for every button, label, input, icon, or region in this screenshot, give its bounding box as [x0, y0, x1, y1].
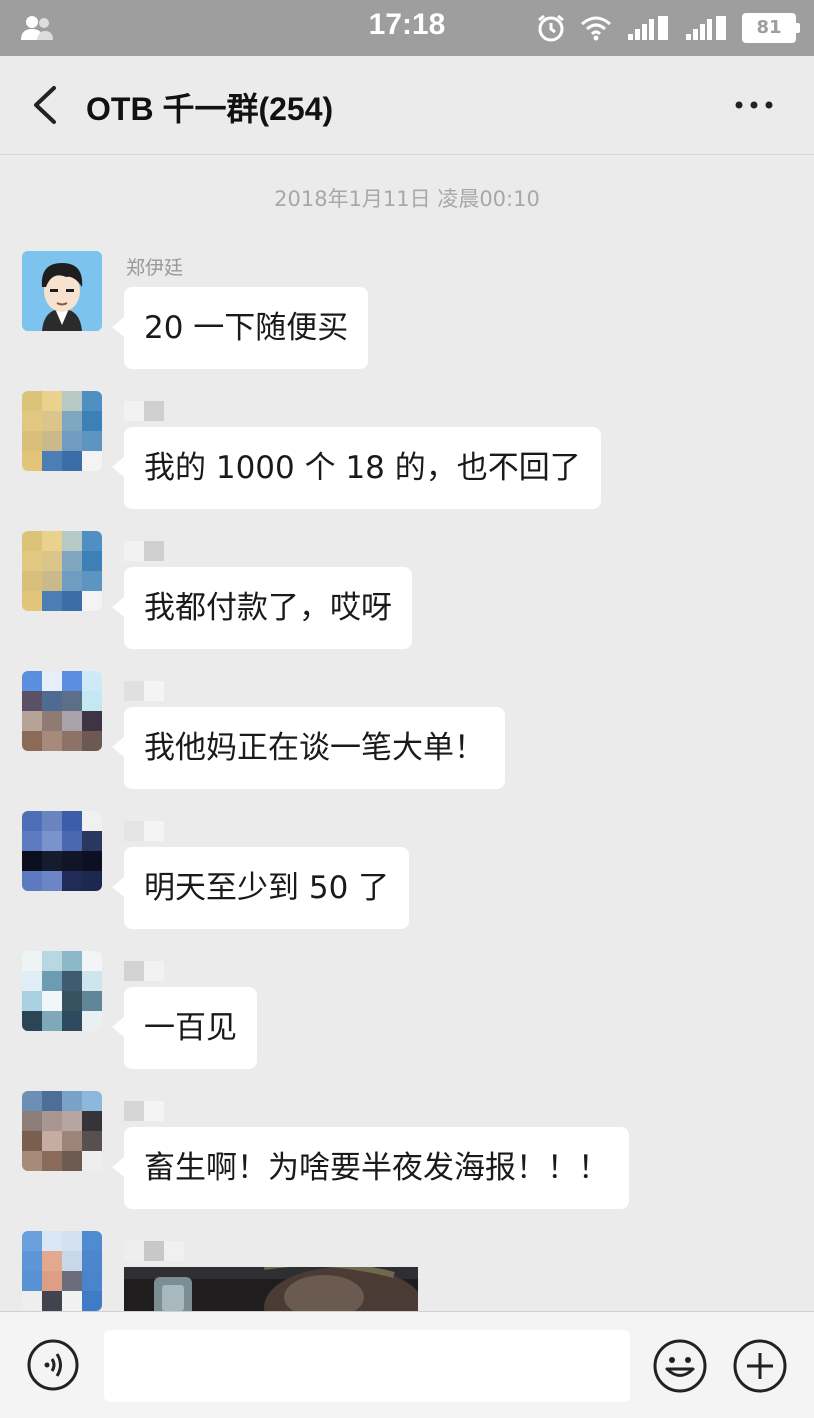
sender-name-blurred [124, 541, 164, 563]
message-input[interactable] [104, 1330, 630, 1402]
avatar[interactable] [22, 951, 102, 1031]
plus-icon[interactable] [732, 1338, 788, 1394]
phone-screen: 17:18 81 OTB 千一群(254) 2018年1月11日 凌晨00:10… [0, 0, 814, 1418]
message-bubble[interactable]: 我都付款了，哎呀 [112, 567, 412, 649]
more-dots-icon[interactable] [734, 96, 774, 114]
voice-icon[interactable] [26, 1338, 80, 1392]
status-icons: 81 [536, 12, 800, 44]
message-bubble[interactable]: 一百见 [112, 987, 257, 1069]
message-bubble[interactable]: 明天至少到 50 了 [111, 847, 410, 929]
avatar[interactable] [22, 1231, 102, 1311]
wifi-icon [581, 16, 611, 41]
sender-name: 郑伊廷 [126, 257, 184, 279]
message-bubble[interactable]: 畜生啊！为啥要半夜发海报！！！ [112, 1127, 629, 1209]
chat-message-list[interactable]: 2018年1月11日 凌晨00:10 郑伊廷 20 一下随便买 我的 1000 … [0, 155, 814, 1311]
battery-icon: 81 [742, 13, 800, 43]
avatar[interactable] [22, 1091, 102, 1171]
message-bubble[interactable]: 20 一下随便买 [111, 287, 369, 369]
input-bar [0, 1311, 814, 1418]
page-title: OTB 千一群(254) [86, 91, 334, 127]
back-chevron-icon[interactable] [28, 84, 64, 126]
sender-name-blurred [124, 401, 164, 423]
sender-name-blurred [124, 681, 164, 703]
avatar[interactable] [22, 391, 102, 471]
chat-timestamp: 2018年1月11日 凌晨00:10 [274, 187, 540, 211]
status-bar: 17:18 81 [0, 0, 814, 56]
avatar[interactable] [22, 811, 102, 891]
signal-1-icon [686, 16, 726, 40]
avatar[interactable] [22, 531, 102, 611]
emoji-icon[interactable] [652, 1338, 708, 1394]
sender-name-blurred [124, 961, 164, 983]
message-bubble[interactable]: 我的 1000 个 18 的，也不回了 [112, 427, 601, 509]
message-bubble[interactable]: 我他妈正在谈一笔大单！ [112, 707, 505, 789]
sender-name-blurred [124, 821, 164, 843]
alarm-icon [538, 14, 564, 42]
chat-header: OTB 千一群(254) [0, 56, 814, 155]
avatar[interactable] [22, 251, 102, 331]
image-message[interactable] [124, 1267, 418, 1311]
avatar[interactable] [22, 671, 102, 751]
sender-name-blurred [124, 1241, 184, 1263]
sender-name-blurred [124, 1101, 164, 1123]
signal-2-icon [628, 16, 668, 40]
